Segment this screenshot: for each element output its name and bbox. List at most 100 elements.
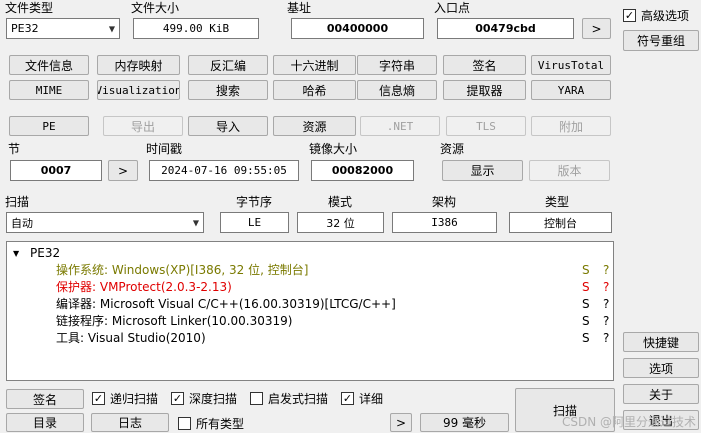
- tree-root-row[interactable]: ▼ PE32: [7, 245, 613, 262]
- chevron-down-icon: ▼: [108, 24, 115, 33]
- timestamp-label: 时间戳: [146, 142, 183, 156]
- visualization-button[interactable]: Visualization: [97, 80, 180, 100]
- file-type-label: 文件类型: [5, 1, 54, 15]
- strings-button[interactable]: 字符串: [357, 55, 437, 75]
- shortcuts-button[interactable]: 快捷键: [623, 332, 699, 352]
- result-help-link[interactable]: ?: [603, 262, 609, 279]
- mime-button[interactable]: MIME: [9, 80, 89, 100]
- type-field[interactable]: 控制台: [509, 212, 612, 233]
- result-row-linker[interactable]: 链接程序: Microsoft Linker(10.00.30319) S ?: [7, 313, 613, 330]
- scan-label: 扫描: [5, 195, 30, 209]
- checkbox-check-icon: ✓: [92, 392, 105, 405]
- image-size-label: 镜像大小: [309, 142, 358, 156]
- show-resources-button[interactable]: 显示: [442, 160, 523, 181]
- expand-arrow-icon[interactable]: ▼: [13, 245, 19, 262]
- signature-button[interactable]: 签名: [6, 389, 84, 409]
- type-label: 类型: [545, 195, 570, 209]
- yara-button[interactable]: YARA: [531, 80, 611, 100]
- result-s-link[interactable]: S: [582, 296, 590, 313]
- dotnet-button: .NET: [360, 116, 440, 136]
- result-text: 保护器: VMProtect(2.0.3-2.13): [56, 280, 232, 294]
- heuristic-scan-label: 启发式扫描: [268, 392, 329, 406]
- sections-field[interactable]: 0007: [10, 160, 102, 181]
- result-s-link[interactable]: S: [582, 279, 590, 296]
- image-size-field[interactable]: 00082000: [311, 160, 414, 181]
- timestamp-field[interactable]: 2024-07-16 09:55:05: [149, 160, 299, 181]
- pe-button[interactable]: PE: [9, 116, 89, 136]
- scan-results-tree[interactable]: ▼ PE32 操作系统: Windows(XP)[I386, 32 位, 控制台…: [6, 241, 614, 381]
- architecture-field[interactable]: I386: [392, 212, 497, 233]
- result-help-link[interactable]: ?: [603, 279, 609, 296]
- resources-label: 资源: [440, 142, 465, 156]
- mode-field[interactable]: 32 位: [297, 212, 384, 233]
- hash-button[interactable]: 哈希: [273, 80, 356, 100]
- signatures-button[interactable]: 签名: [443, 55, 526, 75]
- file-size-field[interactable]: 499.00 KiB: [133, 18, 259, 39]
- elapsed-time-button[interactable]: 99 毫秒: [420, 413, 509, 432]
- symbol-reorg-button[interactable]: 符号重组: [623, 30, 699, 51]
- entropy-button[interactable]: 信息熵: [357, 80, 437, 100]
- entry-point-field[interactable]: 00479cbd: [437, 18, 574, 39]
- file-info-button[interactable]: 文件信息: [9, 55, 89, 75]
- chevron-down-icon: ▼: [192, 218, 199, 227]
- file-type-value: PE32: [11, 22, 39, 35]
- result-row-compiler[interactable]: 编译器: Microsoft Visual C/C++(16.00.30319)…: [7, 296, 613, 313]
- extractor-button[interactable]: 提取器: [443, 80, 526, 100]
- all-types-checkbox[interactable]: 所有类型: [178, 415, 244, 432]
- all-types-label: 所有类型: [196, 417, 245, 431]
- advanced-options-label: 高级选项: [641, 9, 690, 23]
- result-row-protector[interactable]: 保护器: VMProtect(2.0.3-2.13) S ?: [7, 279, 613, 296]
- result-row-os[interactable]: 操作系统: Windows(XP)[I386, 32 位, 控制台] S ?: [7, 262, 613, 279]
- hex-button[interactable]: 十六进制: [273, 55, 356, 75]
- advanced-options-checkbox[interactable]: ✓ 高级选项: [623, 7, 689, 24]
- verbose-label: 详细: [359, 392, 384, 406]
- options-button[interactable]: 选项: [623, 358, 699, 378]
- exports-button: 导出: [103, 116, 183, 136]
- memory-map-button[interactable]: 内存映射: [97, 55, 180, 75]
- disassembly-button[interactable]: 反汇编: [188, 55, 268, 75]
- result-help-link[interactable]: ?: [603, 296, 609, 313]
- imports-button[interactable]: 导入: [188, 116, 268, 136]
- checkbox-check-icon: ✓: [341, 392, 354, 405]
- overlay-button: 附加: [531, 116, 611, 136]
- verbose-checkbox[interactable]: ✓ 详细: [341, 390, 383, 407]
- deep-scan-label: 深度扫描: [189, 392, 238, 406]
- scan-mode-select[interactable]: 自动 ▼: [6, 212, 204, 233]
- result-text: 链接程序: Microsoft Linker(10.00.30319): [56, 314, 293, 328]
- result-text: 工具: Visual Studio(2010): [56, 331, 206, 345]
- result-row-tool[interactable]: 工具: Visual Studio(2010) S ?: [7, 330, 613, 347]
- base-address-field[interactable]: 00400000: [291, 18, 424, 39]
- endianness-label: 字节序: [236, 195, 273, 209]
- next-button[interactable]: >: [390, 413, 412, 432]
- directory-button[interactable]: 目录: [6, 413, 84, 432]
- result-s-link[interactable]: S: [582, 330, 590, 347]
- watermark-text: CSDN @阿里分通过技术: [562, 415, 697, 429]
- result-help-link[interactable]: ?: [603, 330, 609, 347]
- checkbox-empty-icon: [250, 392, 263, 405]
- virustotal-button[interactable]: VirusTotal: [531, 55, 611, 75]
- checkbox-check-icon: ✓: [623, 9, 636, 22]
- architecture-label: 架构: [432, 195, 457, 209]
- tree-root-label: PE32: [30, 246, 61, 260]
- about-button[interactable]: 关于: [623, 384, 699, 404]
- result-text: 编译器: Microsoft Visual C/C++(16.00.30319)…: [56, 297, 396, 311]
- tls-button: TLS: [446, 116, 526, 136]
- sections-next-button[interactable]: >: [108, 160, 138, 181]
- file-type-select[interactable]: PE32 ▼: [6, 18, 120, 39]
- deep-scan-checkbox[interactable]: ✓ 深度扫描: [171, 390, 237, 407]
- mode-label: 模式: [328, 195, 353, 209]
- sections-label: 节: [8, 142, 21, 156]
- result-text: 操作系统: Windows(XP)[I386, 32 位, 控制台]: [56, 263, 309, 277]
- log-button[interactable]: 日志: [91, 413, 169, 432]
- file-size-label: 文件大小: [131, 1, 180, 15]
- result-s-link[interactable]: S: [582, 313, 590, 330]
- recursive-scan-checkbox[interactable]: ✓ 递归扫描: [92, 390, 158, 407]
- checkbox-check-icon: ✓: [171, 392, 184, 405]
- resources-button[interactable]: 资源: [273, 116, 356, 136]
- search-button[interactable]: 搜索: [188, 80, 268, 100]
- entry-point-next-button[interactable]: >: [582, 18, 611, 39]
- result-help-link[interactable]: ?: [603, 313, 609, 330]
- result-s-link[interactable]: S: [582, 262, 590, 279]
- endianness-field[interactable]: LE: [220, 212, 289, 233]
- heuristic-scan-checkbox[interactable]: 启发式扫描: [250, 390, 328, 407]
